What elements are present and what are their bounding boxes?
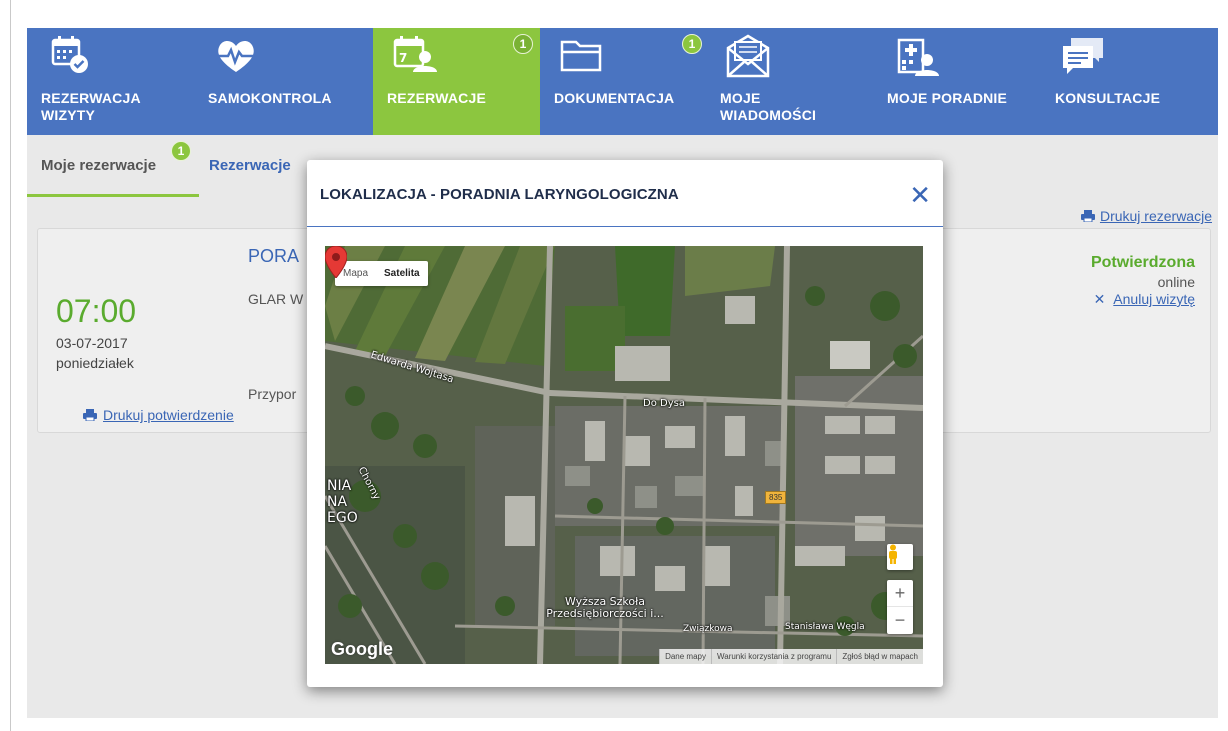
reservation-date: 03-07-2017 [56,335,128,351]
heart-pulse-icon [218,40,254,72]
tab-badge: 1 [171,141,191,161]
map-data-link[interactable]: Dane mapy [659,649,711,664]
cancel-visit-link[interactable]: ✕ Anuluj wizytę [1094,291,1195,308]
booking-channel: online [1157,274,1195,290]
location-modal: LOKALIZACJA - PORADNIA LARYNGOLOGICZNA ✕ [307,160,943,687]
terms-link[interactable]: Warunki korzystania z programu [710,649,836,664]
close-icon: ✕ [1093,291,1106,307]
pegman-figure [889,544,897,564]
status-badge: Potwierdzona [1090,254,1195,271]
chat-icon [1063,38,1103,74]
street-label: Związkowa [683,624,733,634]
nav-item-samokontrola[interactable]: SAMOKONTROLA [194,28,373,135]
nav-item-konsultacje[interactable]: KONSULTACJE [1041,28,1218,135]
folder-icon [560,40,602,72]
zoom-in-button[interactable]: + [887,580,913,607]
calendar-user-icon: 7 [393,36,437,72]
street-label: Do Dysa [643,398,685,409]
cancel-visit-label: Anuluj wizytę [1113,291,1195,307]
street-view-pegman-icon[interactable] [887,544,913,570]
hospital-user-icon [897,38,939,76]
tab-moje-rezerwacje[interactable]: Moje rezerwacje [41,157,156,174]
active-tab-underline [27,194,199,197]
reservation-weekday: poniedziałek [56,355,134,371]
road-number-badge: 835 [765,491,787,504]
map-type-satellite-button[interactable]: Satelita [376,261,428,286]
zoom-control: + − [887,580,913,634]
reservation-time: 07:00 [56,293,137,329]
poi-label: Wyższa Szkoła Przedsiębiorczości i... [546,595,664,620]
zoom-out-button[interactable]: − [887,607,913,634]
nav-item-moje-poradnie[interactable]: MOJE PORADNIE [873,28,1041,135]
print-confirmation-link[interactable]: Drukuj potwierdzenie [83,407,234,423]
reminder-text: Przypor [248,386,297,402]
nav-item-rezerwacje[interactable]: 7 REZERWACJE 1 [373,28,540,135]
envelope-icon [726,34,770,78]
google-logo: Google [331,639,393,659]
print-reservations-label: Drukuj rezerwacje [1099,208,1212,224]
print-reservations-link[interactable]: Drukuj rezerwacje [1080,208,1212,224]
nav-label: MOJE PORADNIE [887,90,1008,106]
calendar-check-icon [51,36,88,73]
nav-badge: 1 [682,34,702,54]
satellite-map[interactable]: Mapa Satelita Edwarda Wojtasa Do Dysa Ch… [325,246,923,664]
printer-icon [1080,210,1095,222]
svg-text:7: 7 [399,51,407,65]
tab-rezerwacje[interactable]: Rezerwacje [209,157,291,174]
modal-divider [307,226,943,227]
street-label: Stanisława Węgla [785,622,865,632]
area-label: NIA NA EGO [327,478,358,526]
modal-close-button[interactable]: ✕ [909,182,931,208]
nav-label: DOKUMENTACJA [554,90,675,106]
top-navigation: REZERWACJA WIZYTY SAMOKONTROLA 7 REZERWA… [27,28,1218,135]
nav-label: REZERWACJA WIZYTY [41,90,141,123]
nav-label: SAMOKONTROLA [208,90,332,106]
doctor-name: GLAR W [248,291,304,307]
nav-item-rezerwacja-wizyty[interactable]: REZERWACJA WIZYTY [27,28,194,135]
printer-icon [83,409,97,421]
nav-item-moje-wiadomosci[interactable]: MOJE WIADOMOŚCI [706,28,873,135]
map-attribution: Dane mapy Warunki korzystania z programu… [659,649,923,664]
map-type-switcher: Mapa Satelita [335,261,428,286]
nav-label: KONSULTACJE [1055,90,1161,106]
nav-badge: 1 [513,34,533,54]
modal-title: LOKALIZACJA - PORADNIA LARYNGOLOGICZNA [320,186,679,203]
nav-item-dokumentacja[interactable]: DOKUMENTACJA 1 [540,28,706,135]
report-error-link[interactable]: Zgłoś błąd w mapach [836,649,923,664]
print-confirmation-label: Drukuj potwierdzenie [103,407,234,423]
nav-label: REZERWACJE [387,90,486,106]
nav-label: MOJE WIADOMOŚCI [720,90,817,123]
location-pin-icon[interactable] [325,246,347,278]
clinic-name: PORA [248,246,300,266]
